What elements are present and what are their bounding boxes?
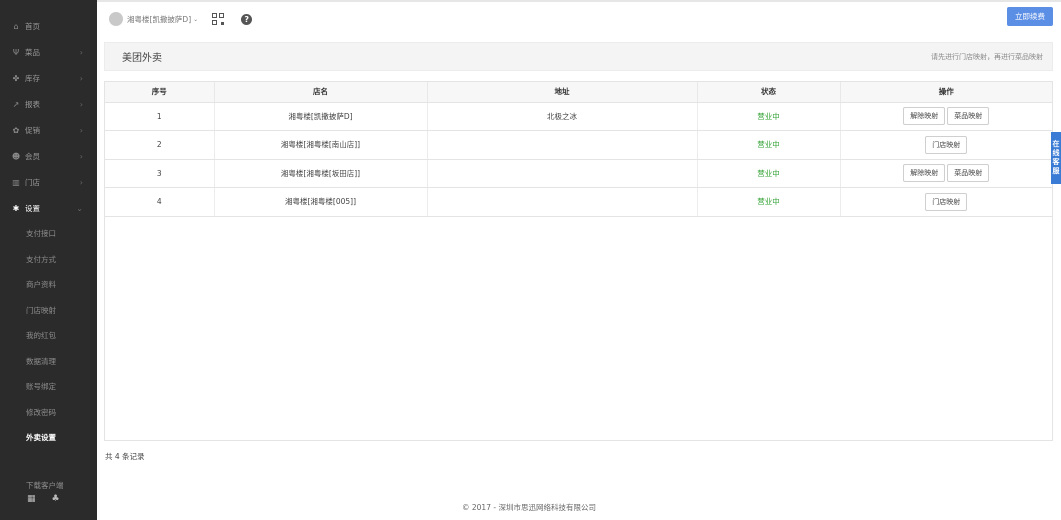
cell-name: 湘粤楼[湘粤楼[坂田店]] (214, 159, 428, 188)
cell-actions: 门店映射 (840, 187, 1052, 217)
chevron-icon: ⌄ (76, 203, 83, 213)
sidebar-subitem-3[interactable]: 门店映射 (0, 298, 97, 324)
status-badge: 营业中 (697, 187, 841, 217)
dish-icon: Ψ (12, 47, 20, 57)
cell-actions: 门店映射 (840, 130, 1052, 160)
mapping-hint: 请先进行门店映射，再进行菜品映射 (931, 52, 1043, 61)
cell-no: 3 (105, 159, 215, 188)
sidebar-item-label: 首页 (25, 21, 40, 31)
table-row: 3 湘粤楼[湘粤楼[坂田店]] 营业中 解除映射 菜品映射 (105, 159, 1052, 188)
inventory-icon: ✤ (12, 73, 20, 83)
chevron-icon: › (79, 47, 83, 57)
cell-address (427, 159, 698, 188)
sidebar-item-6[interactable]: ▥ 门店 › (0, 169, 97, 195)
cell-name: 湘粤楼[湘粤楼[005]] (214, 187, 428, 217)
column-header-actions: 操作 (840, 82, 1052, 103)
cell-actions: 解除映射 菜品映射 (840, 102, 1052, 131)
sidebar-item-5[interactable]: ☻ 会员 › (0, 143, 97, 169)
settings-icon: ✱ (12, 203, 20, 213)
android-icon[interactable]: ♣ (52, 494, 60, 504)
column-header-status: 状态 (697, 82, 841, 103)
cell-name: 湘粤楼[凯撒披萨D] (214, 102, 428, 131)
sidebar-item-2[interactable]: ✤ 库存 › (0, 65, 97, 91)
download-client-label[interactable]: 下载客户端 (26, 480, 64, 491)
sidebar-subitem-8[interactable]: 外卖设置 (0, 425, 97, 451)
cell-address (427, 130, 698, 160)
table-header-row: 序号 店名 地址 状态 操作 (105, 82, 1052, 103)
action-button[interactable]: 解除映射 (903, 107, 946, 126)
cell-name: 湘粤楼[湘粤楼[南山店]] (214, 130, 428, 160)
action-button[interactable]: 门店映射 (925, 192, 968, 211)
action-button[interactable]: 菜品映射 (947, 107, 990, 126)
sidebar-item-label: 库存 (25, 73, 40, 83)
sidebar-item-4[interactable]: ✿ 促销 › (0, 117, 97, 143)
store-icon: ▥ (12, 177, 20, 187)
member-icon: ☻ (11, 151, 21, 161)
sidebar-subitem-6[interactable]: 账号绑定 (0, 374, 97, 400)
chevron-icon: › (79, 151, 83, 161)
qr-code-icon[interactable] (212, 13, 225, 25)
cell-address (427, 187, 698, 217)
store-mapping-table: 序号 店名 地址 状态 操作 1 湘粤楼[凯撒披萨D] 北极之冰 营业中 解除映射 菜品映… (104, 81, 1053, 441)
chevron-icon: › (79, 177, 83, 187)
online-service-tab[interactable]: 在线客服 (1051, 132, 1061, 184)
sidebar-subitem-2[interactable]: 商户资料 (0, 272, 97, 298)
column-header-address: 地址 (427, 82, 698, 103)
windows-icon[interactable]: ▦ (27, 494, 36, 504)
sidebar-item-label: 菜品 (25, 47, 40, 57)
table-row: 2 湘粤楼[湘粤楼[南山店]] 营业中 门店映射 (105, 130, 1052, 160)
cell-no: 2 (105, 130, 215, 160)
avatar[interactable] (109, 12, 123, 26)
promo-icon: ✿ (12, 125, 20, 135)
sidebar: ⌂ 首页 Ψ 菜品 › ✤ 库存 › ↗ 报表 › ✿ 促销 › ☻ 会员 › ▥ 门店 › ✱ 设置 ⌄ 支付接口 支付方式… (0, 0, 97, 520)
status-badge: 营业中 (697, 159, 841, 188)
cell-actions: 解除映射 菜品映射 (840, 159, 1052, 188)
chevron-icon: › (79, 99, 83, 109)
cell-no: 4 (105, 187, 215, 217)
record-count: 共 4 条记录 (105, 452, 145, 461)
sidebar-subitem-7[interactable]: 修改密码 (0, 400, 97, 426)
cell-no: 1 (105, 102, 215, 131)
sidebar-item-label: 设置 (25, 203, 40, 213)
sidebar-item-7[interactable]: ✱ 设置 ⌄ (0, 195, 97, 221)
sidebar-subitem-5[interactable]: 数据清理 (0, 349, 97, 375)
column-header-no: 序号 (105, 82, 215, 103)
action-button[interactable]: 解除映射 (903, 164, 946, 183)
sidebar-item-label: 促销 (25, 125, 40, 135)
sidebar-item-1[interactable]: Ψ 菜品 › (0, 39, 97, 65)
footer-copyright: © 2017 - 深圳市思迅网络科技有限公司 (462, 503, 596, 512)
sidebar-item-label: 报表 (25, 99, 40, 109)
status-badge: 营业中 (697, 102, 841, 131)
table-row: 1 湘粤楼[凯撒披萨D] 北极之冰 营业中 解除映射 菜品映射 (105, 102, 1052, 131)
renew-button[interactable]: 立即续费 (1007, 7, 1053, 26)
help-icon[interactable]: ? (241, 13, 253, 25)
store-selector[interactable]: 湘粤楼[凯撒披萨D] (127, 14, 191, 25)
sidebar-item-label: 门店 (25, 177, 40, 187)
os-icons: ▦ ♣ (27, 494, 60, 504)
page-title-bar: 美团外卖 请先进行门店映射，再进行菜品映射 (104, 42, 1053, 71)
status-badge: 营业中 (697, 130, 841, 160)
page-title: 美团外卖 (122, 53, 162, 64)
column-header-name: 店名 (214, 82, 428, 103)
sidebar-item-0[interactable]: ⌂ 首页 (0, 13, 97, 39)
chevron-icon: › (79, 73, 83, 83)
report-icon: ↗ (12, 99, 20, 109)
sidebar-subitem-1[interactable]: 支付方式 (0, 247, 97, 273)
sidebar-subitem-4[interactable]: 我的红包 (0, 323, 97, 349)
table-row: 4 湘粤楼[湘粤楼[005]] 营业中 门店映射 (105, 187, 1052, 217)
top-header: 湘粤楼[凯撒披萨D] ⌄ ? 立即续费 (97, 0, 1061, 36)
action-button[interactable]: 菜品映射 (947, 164, 990, 183)
sidebar-item-label: 会员 (25, 151, 40, 161)
chevron-down-icon[interactable]: ⌄ (193, 16, 198, 23)
home-icon: ⌂ (13, 21, 19, 31)
chevron-icon: › (79, 125, 83, 135)
cell-address: 北极之冰 (427, 102, 698, 131)
sidebar-item-3[interactable]: ↗ 报表 › (0, 91, 97, 117)
action-button[interactable]: 门店映射 (925, 135, 968, 154)
sidebar-subitem-0[interactable]: 支付接口 (0, 221, 97, 247)
